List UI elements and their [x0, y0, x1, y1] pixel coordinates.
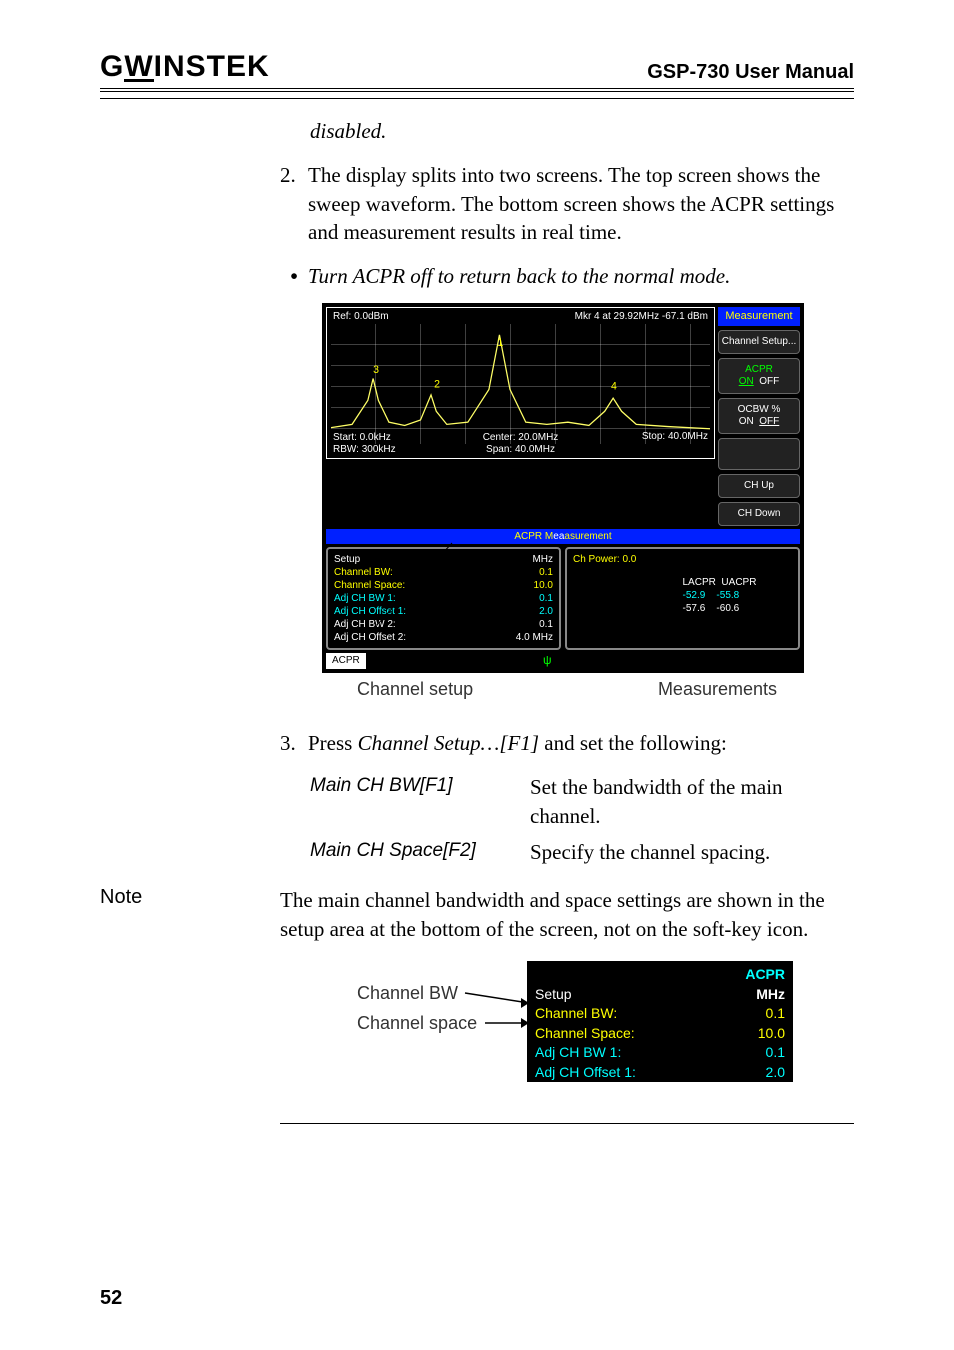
- page-number: 52: [100, 1287, 122, 1310]
- manual-title: GSP-730 User Manual: [647, 61, 854, 84]
- param-mainchspace-key: Main CH Space[F2]: [310, 838, 510, 866]
- caption-measurements: Measurements: [658, 677, 777, 701]
- note-text: The main channel bandwidth and space set…: [280, 886, 854, 943]
- param-mainchbw-key: Main CH BW[F1]: [310, 773, 510, 830]
- param-mainchbw-val: Set the bandwidth of the main channel.: [530, 773, 854, 830]
- acpr-label: ACPR: [326, 653, 366, 669]
- step3-text: Press Channel Setup…[F1] and set the fol…: [308, 729, 727, 757]
- caption-channel-setup: Channel setup: [357, 677, 473, 701]
- step2-num: 2.: [280, 161, 308, 246]
- setup-closeup: Channel BW Channel space ACPR SetupMHz C…: [357, 961, 777, 1111]
- disabled-text: disabled.: [310, 117, 854, 145]
- step2-text: The display splits into two screens. The…: [308, 161, 854, 246]
- bullet-dot: •: [280, 262, 308, 290]
- acpr-screenshot: Ref: 0.0dBm Mkr 4 at 29.92MHz -67.1 dBm …: [322, 303, 812, 701]
- param-mainchspace-val: Specify the channel spacing.: [530, 838, 854, 866]
- bullet-text: Turn ACPR off to return back to the norm…: [308, 262, 730, 290]
- note-label: Note: [100, 886, 280, 943]
- antenna-icon: ψ: [543, 652, 552, 668]
- step3-num: 3.: [280, 729, 308, 757]
- brand-logo: GWINSTEK: [100, 50, 270, 84]
